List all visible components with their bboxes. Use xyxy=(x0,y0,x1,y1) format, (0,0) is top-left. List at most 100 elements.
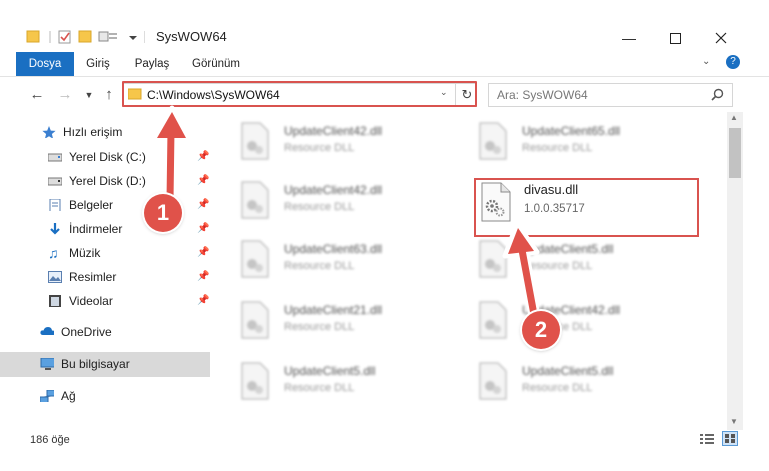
window-title: SysWOW64 xyxy=(156,29,227,44)
sidebar-item-label: Yerel Disk (C:) xyxy=(69,150,146,164)
chevron-up-icon: ▲ xyxy=(730,113,738,122)
dll-file-icon xyxy=(241,122,269,160)
sidebar-item-videos[interactable]: Videolar 📌 xyxy=(0,289,210,313)
scrollbar-thumb[interactable] xyxy=(729,128,741,178)
sidebar-item-quick-access[interactable]: Hızlı erişim xyxy=(0,120,210,144)
scroll-up-button[interactable]: ▲ xyxy=(730,113,738,122)
file-type: Resource DLL xyxy=(522,142,593,154)
file-name: UpdateClient63.dll xyxy=(284,242,383,256)
download-icon xyxy=(50,223,60,235)
file-name: UpdateClient5.dll xyxy=(522,364,614,378)
maximize-icon xyxy=(669,32,681,44)
sidebar-item-label: Müzik xyxy=(69,246,101,260)
pin-icon: 📌 xyxy=(197,295,210,306)
scroll-down-button[interactable]: ▼ xyxy=(730,417,738,426)
file-item[interactable]: UpdateClient65.dll Resource DLL xyxy=(478,122,678,166)
status-item-count: 186 öğe xyxy=(30,434,70,446)
file-type: Resource DLL xyxy=(284,321,355,333)
pin-icon: 📌 xyxy=(197,271,210,282)
file-item[interactable]: UpdateClient5.dll Resource DLL xyxy=(478,240,678,284)
file-name: UpdateClient5.dll xyxy=(284,364,376,378)
dll-file-icon xyxy=(241,181,269,219)
quick-access-toolbar xyxy=(26,30,145,44)
maximize-button[interactable] xyxy=(652,24,698,52)
pin-icon: 📌 xyxy=(197,199,210,210)
dll-file-icon xyxy=(241,362,269,400)
file-item[interactable]: UpdateClient42.dll Resource DLL xyxy=(240,181,440,225)
new-folder-icon xyxy=(78,30,92,43)
chevron-down-icon: ⌄ xyxy=(702,56,711,67)
video-icon xyxy=(49,295,61,307)
file-item[interactable]: UpdateClient63.dll Resource DLL xyxy=(240,240,440,284)
sidebar-item-label: Belgeler xyxy=(69,198,114,212)
sidebar-item-local-disk-d[interactable]: Yerel Disk (D:) 📌 xyxy=(0,169,210,193)
pin-icon: 📌 xyxy=(197,223,210,234)
close-button[interactable] xyxy=(698,24,744,52)
sidebar-item-label: İndirmeler xyxy=(69,222,123,236)
sidebar-item-label: Resimler xyxy=(69,270,117,284)
sidebar-item-this-pc[interactable]: Bu bilgisayar xyxy=(0,352,210,376)
help-button[interactable]: ? xyxy=(726,55,740,69)
file-item[interactable]: UpdateClient42.dll Resource DLL xyxy=(478,301,678,345)
cloud-icon xyxy=(40,327,54,335)
chevron-down-icon: ▼ xyxy=(84,90,94,100)
file-type: Resource DLL xyxy=(284,382,355,394)
computer-icon xyxy=(40,358,54,370)
sidebar-item-network[interactable]: Ağ xyxy=(0,384,210,408)
recent-locations-button[interactable]: ▼ xyxy=(80,86,98,104)
address-highlight xyxy=(122,81,477,107)
sidebar-item-local-disk-c[interactable]: Yerel Disk (C:) 📌 xyxy=(0,145,210,169)
file-item[interactable]: UpdateClient21.dll Resource DLL xyxy=(240,301,440,345)
tab-home[interactable]: Giriş xyxy=(78,52,118,76)
help-icon: ? xyxy=(730,56,736,67)
dll-file-icon xyxy=(479,240,507,278)
tab-view[interactable]: Görünüm xyxy=(186,52,246,76)
sidebar-item-onedrive[interactable]: OneDrive xyxy=(0,320,210,344)
file-item[interactable]: UpdateClient5.dll Resource DLL xyxy=(240,362,440,406)
sidebar-item-label: Yerel Disk (D:) xyxy=(69,174,146,188)
close-icon xyxy=(715,32,727,44)
sidebar-item-label: Hızlı erişim xyxy=(63,125,123,139)
file-name: UpdateClient5.dll xyxy=(522,242,614,256)
details-view-icon xyxy=(700,434,714,444)
tab-file[interactable]: Dosya xyxy=(16,52,74,76)
sidebar-item-pictures[interactable]: Resimler 📌 xyxy=(0,265,210,289)
search-icon xyxy=(711,88,724,101)
file-name: UpdateClient42.dll xyxy=(284,183,383,197)
file-type: Resource DLL xyxy=(284,260,355,272)
drive-icon xyxy=(48,153,62,162)
forward-button[interactable]: → xyxy=(56,86,74,104)
pin-icon: 📌 xyxy=(197,175,210,186)
sidebar-item-label: Videolar xyxy=(69,294,113,308)
arrow-right-icon: → xyxy=(57,86,73,103)
ribbon-expand-button[interactable]: ⌄ xyxy=(702,56,716,70)
file-name: UpdateClient21.dll xyxy=(284,303,383,317)
minimize-icon: — xyxy=(622,30,636,46)
picture-icon xyxy=(48,271,62,283)
arrow-left-icon: ← xyxy=(29,86,45,103)
step-badge-2: 2 xyxy=(522,311,560,349)
step-badge-1: 1 xyxy=(144,194,182,232)
file-name: UpdateClient42.dll xyxy=(284,124,383,138)
back-button[interactable]: ← xyxy=(28,86,46,104)
details-view-button[interactable] xyxy=(700,433,714,445)
dll-file-icon xyxy=(479,122,507,160)
folder-icon xyxy=(26,30,40,43)
document-icon xyxy=(49,199,61,211)
large-icons-view-button[interactable] xyxy=(722,431,738,446)
sidebar-item-label: Bu bilgisayar xyxy=(61,357,130,371)
network-icon xyxy=(40,390,54,402)
sidebar-item-music[interactable]: ♫ Müzik 📌 xyxy=(0,241,210,265)
sidebar-item-label: OneDrive xyxy=(61,325,112,339)
chevron-down-icon: ▼ xyxy=(730,417,738,426)
dll-file-icon xyxy=(241,240,269,278)
dll-file-icon xyxy=(479,362,507,400)
minimize-button[interactable]: — xyxy=(606,24,652,52)
tab-share[interactable]: Paylaş xyxy=(128,52,176,76)
file-type: Resource DLL xyxy=(522,260,593,272)
file-item[interactable]: UpdateClient42.dll Resource DLL xyxy=(240,122,440,166)
file-type: Resource DLL xyxy=(284,201,355,213)
file-item[interactable]: UpdateClient5.dll Resource DLL xyxy=(478,362,678,406)
up-button[interactable]: ↑ xyxy=(100,86,118,104)
arrow-up-icon: ↑ xyxy=(105,86,113,103)
